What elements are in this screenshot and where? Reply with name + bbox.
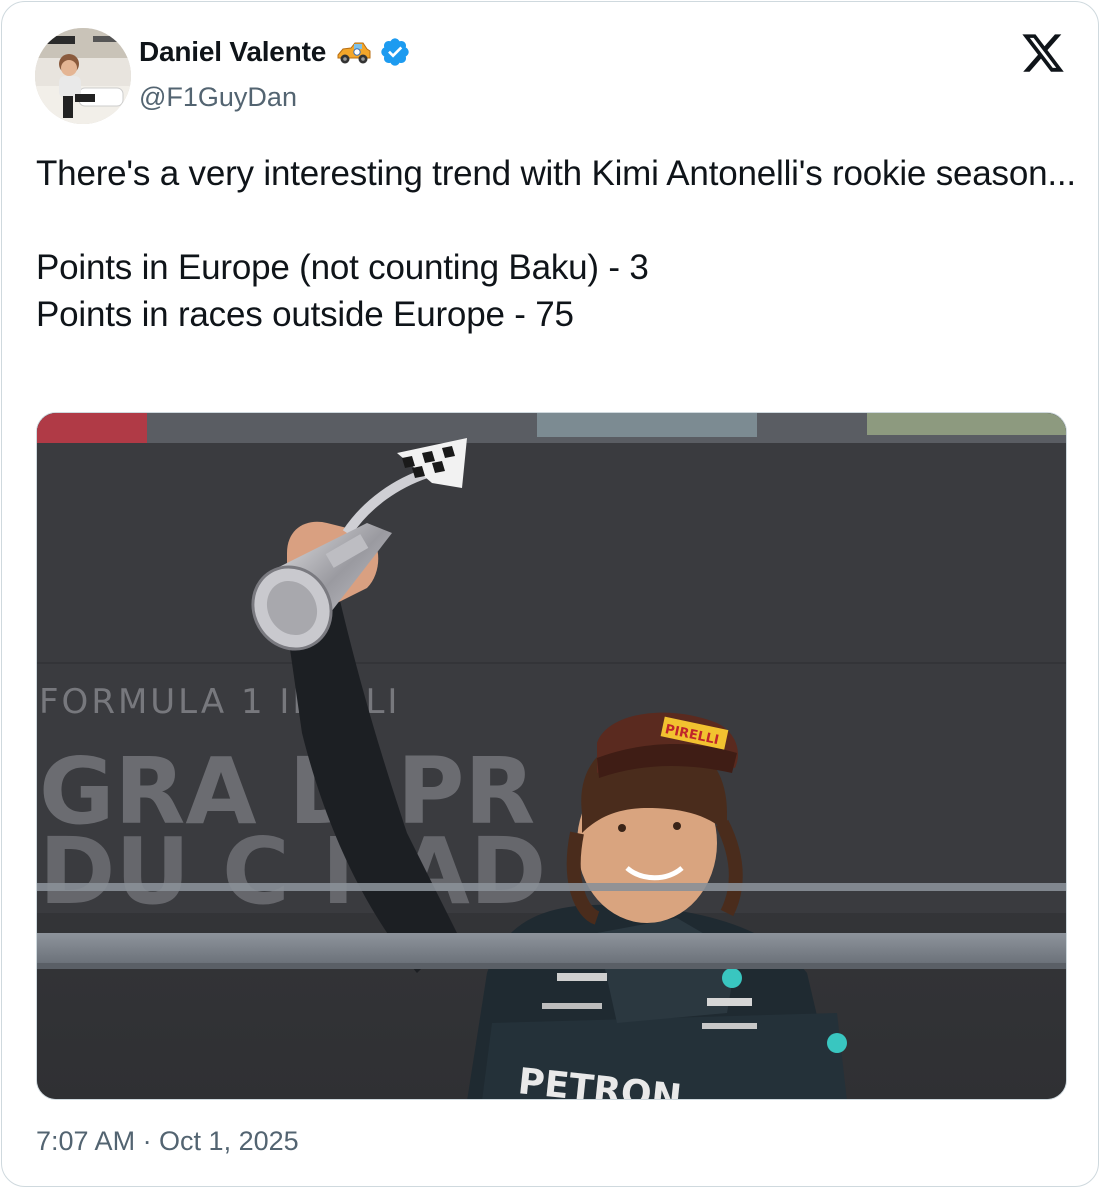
author-name-row: Daniel Valente [139, 36, 411, 68]
verified-badge-icon [379, 36, 411, 68]
author-display-name[interactable]: Daniel Valente [139, 36, 326, 68]
x-logo-icon[interactable] [1020, 30, 1066, 76]
avatar-image [35, 28, 131, 124]
tweet-media-photo[interactable]: FORMULA 1 IRELLI GRA D PR DU C NAD PETRO… [36, 412, 1067, 1100]
tweet-text-line: Points in races outside Europe - 75 [36, 295, 574, 334]
backdrop-text: DU C NAD [39, 818, 546, 925]
podium-photo: FORMULA 1 IRELLI GRA D PR DU C NAD PETRO… [37, 413, 1066, 1099]
avatar[interactable] [35, 28, 131, 124]
tweet-timestamp[interactable]: 7:07 AM · Oct 1, 2025 [36, 1126, 299, 1157]
racing-car-emoji-icon [335, 37, 373, 67]
author-handle[interactable]: @F1GuyDan [139, 82, 297, 113]
tweet-text-line: Points in Europe (not counting Baku) - 3 [36, 248, 649, 287]
tweet-card: Daniel Valente @F1GuyDan There's a very … [1, 1, 1099, 1187]
tweet-text: There's a very interesting trend with Ki… [36, 150, 1076, 338]
tweet-text-line: There's a very interesting trend with Ki… [36, 154, 1076, 193]
